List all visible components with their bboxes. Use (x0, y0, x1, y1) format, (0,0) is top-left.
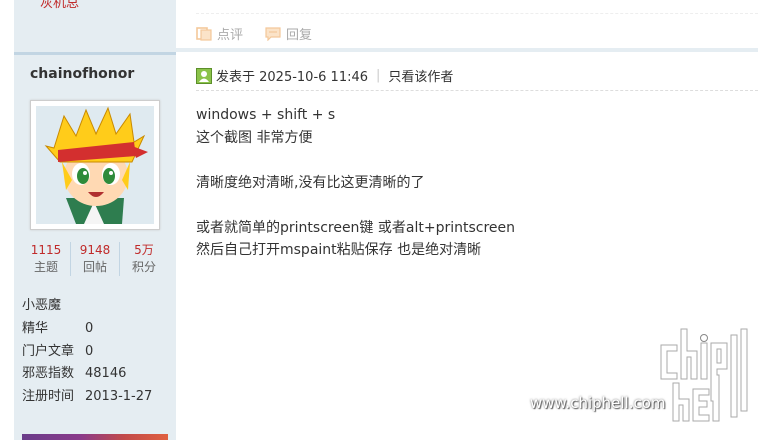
avatar-image (36, 106, 154, 224)
stat-credits-value: 5万 (134, 243, 154, 257)
stat-credits-label: 积分 (131, 260, 156, 274)
profile-value: 0 (85, 321, 94, 336)
stat-threads-label: 主题 (33, 260, 58, 274)
comment-label: 点评 (217, 28, 244, 43)
profile-label: 邪恶指数 (22, 366, 75, 381)
profile-label: 门户文章 (22, 343, 75, 359)
author-username[interactable]: chainofhonor (30, 66, 134, 82)
profile-table: 精华 0 门户文章 0 邪恶指数 48146 注册时间 2013-1-27 (22, 318, 152, 408)
medal-strip (22, 434, 168, 440)
profile-row: 精华 0 (22, 318, 152, 341)
profile-row: 注册时间 2013-1-27 (22, 386, 152, 409)
author-stats: 1115 主题 9148 回帖 5万 积分 (22, 242, 168, 276)
profile-label: 注册时间 (22, 388, 75, 404)
post-line (196, 194, 515, 217)
profile-value: 2013-1-27 (85, 388, 153, 404)
post-body: windows + shift + s 这个截图 非常方便 清晰度绝对清晰,没有… (196, 104, 515, 262)
post-line (196, 149, 515, 172)
reply-label: 回复 (286, 28, 313, 43)
meta-separator: | (376, 68, 381, 83)
only-author-link[interactable]: 只看该作者 (388, 66, 453, 85)
profile-row: 邪恶指数 48146 (22, 363, 152, 386)
post-line: 清晰度绝对清晰,没有比这更清晰的了 (196, 174, 425, 191)
watermark-url: www.chiphell.com (530, 394, 666, 412)
stat-replies-label: 回帖 (82, 260, 107, 274)
stat-threads-value: 1115 (30, 243, 62, 257)
stat-threads[interactable]: 1115 主题 (22, 242, 70, 276)
post-line: 这个截图 非常方便 (196, 129, 313, 146)
reply-button[interactable]: 回复 (265, 24, 312, 43)
post-line: 或者就简单的printscreen键 或者alt+printscreen (196, 219, 516, 236)
profile-row: 门户文章 0 (22, 341, 152, 364)
post-meta: 发表于 2025-10-6 11:46 | 只看该作者 (196, 66, 453, 85)
comment-icon (196, 26, 212, 41)
profile-value: 0 (85, 343, 94, 359)
stat-credits[interactable]: 5万 积分 (119, 242, 168, 276)
sidebar-divider (14, 52, 176, 55)
stat-replies-value: 9148 (79, 243, 111, 257)
prev-post-divider (196, 13, 758, 14)
profile-label: 精华 (22, 321, 49, 336)
left-gutter (0, 0, 14, 440)
chiphell-watermark: www.chiphell.com (528, 318, 754, 432)
stat-replies[interactable]: 9148 回帖 (70, 242, 119, 276)
user-group[interactable]: 小恶魔 (22, 294, 61, 313)
meta-divider (196, 90, 758, 91)
author-sidebar: 灰机总 chainofhonor 1115 主题 9148 回帖 5万 积分 小… (14, 0, 176, 440)
post-line: windows + shift + s (196, 107, 336, 123)
post-timestamp: 发表于 2025-10-6 11:46 (216, 70, 369, 85)
comment-button[interactable]: 点评 (196, 24, 243, 43)
profile-value: 48146 (85, 366, 127, 381)
reply-icon (265, 26, 281, 41)
prev-post-actions: 点评 回复 (196, 24, 312, 43)
prev-author-link[interactable]: 灰机总 (40, 0, 79, 11)
user-online-icon (196, 67, 212, 84)
post-separator (176, 48, 758, 52)
post-line: 然后自己打开mspaint粘贴保存 也是绝对清晰 (196, 242, 482, 258)
avatar[interactable] (30, 100, 160, 230)
